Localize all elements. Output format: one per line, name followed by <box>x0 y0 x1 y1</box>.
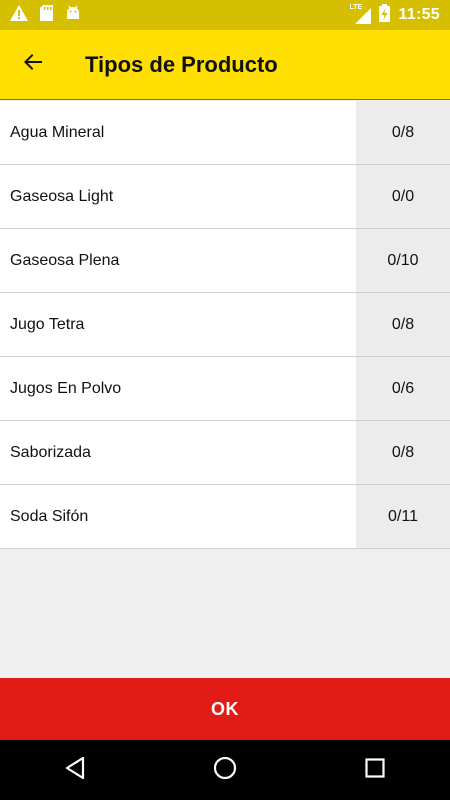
product-count: 0/0 <box>356 165 450 228</box>
status-bar: LTE 11:55 <box>0 0 450 30</box>
page-title: Tipos de Producto <box>85 51 278 77</box>
list-item[interactable]: Agua Mineral 0/8 <box>0 101 450 165</box>
battery-charging-icon <box>379 3 391 27</box>
list-item[interactable]: Jugos En Polvo 0/6 <box>0 357 450 421</box>
status-left-icons <box>0 4 81 26</box>
back-triangle-icon <box>64 756 86 785</box>
list-item[interactable]: Gaseosa Plena 0/10 <box>0 229 450 293</box>
warning-icon <box>10 4 28 26</box>
product-name: Gaseosa Plena <box>10 251 120 269</box>
clock: 11:55 <box>398 6 440 23</box>
product-name: Soda Sifón <box>10 507 89 525</box>
product-count: 0/11 <box>356 485 450 548</box>
list-item[interactable]: Jugo Tetra 0/8 <box>0 293 450 357</box>
home-circle-icon <box>213 756 237 785</box>
nav-recents-button[interactable] <box>345 740 405 800</box>
product-count: 0/6 <box>356 357 450 420</box>
product-name: Saborizada <box>10 443 91 461</box>
app-bar: Tipos de Producto <box>0 30 450 100</box>
nav-home-button[interactable] <box>195 740 255 800</box>
product-count: 0/8 <box>356 421 450 484</box>
signal-icon: LTE <box>349 4 372 24</box>
list-item[interactable]: Gaseosa Light 0/0 <box>0 165 450 229</box>
system-navigation-bar <box>0 740 450 800</box>
product-name: Agua Mineral <box>10 123 105 141</box>
recents-square-icon <box>365 757 385 783</box>
product-name: Jugo Tetra <box>10 315 85 333</box>
arrow-back-icon <box>22 51 44 78</box>
ok-button[interactable]: OK <box>0 678 450 740</box>
back-button[interactable] <box>9 41 57 89</box>
list-item[interactable]: Soda Sifón 0/11 <box>0 485 450 549</box>
android-icon <box>65 5 81 26</box>
product-type-list: Agua Mineral 0/8 Gaseosa Light 0/0 Gaseo… <box>0 101 450 549</box>
sd-card-icon <box>40 4 53 26</box>
product-count: 0/8 <box>356 293 450 356</box>
status-right-icons: LTE 11:55 <box>349 3 450 27</box>
list-item[interactable]: Saborizada 0/8 <box>0 421 450 485</box>
product-name: Jugos En Polvo <box>10 379 122 397</box>
product-count: 0/10 <box>356 229 450 292</box>
nav-back-button[interactable] <box>45 740 105 800</box>
product-count: 0/8 <box>356 101 450 164</box>
product-name: Gaseosa Light <box>10 187 114 205</box>
